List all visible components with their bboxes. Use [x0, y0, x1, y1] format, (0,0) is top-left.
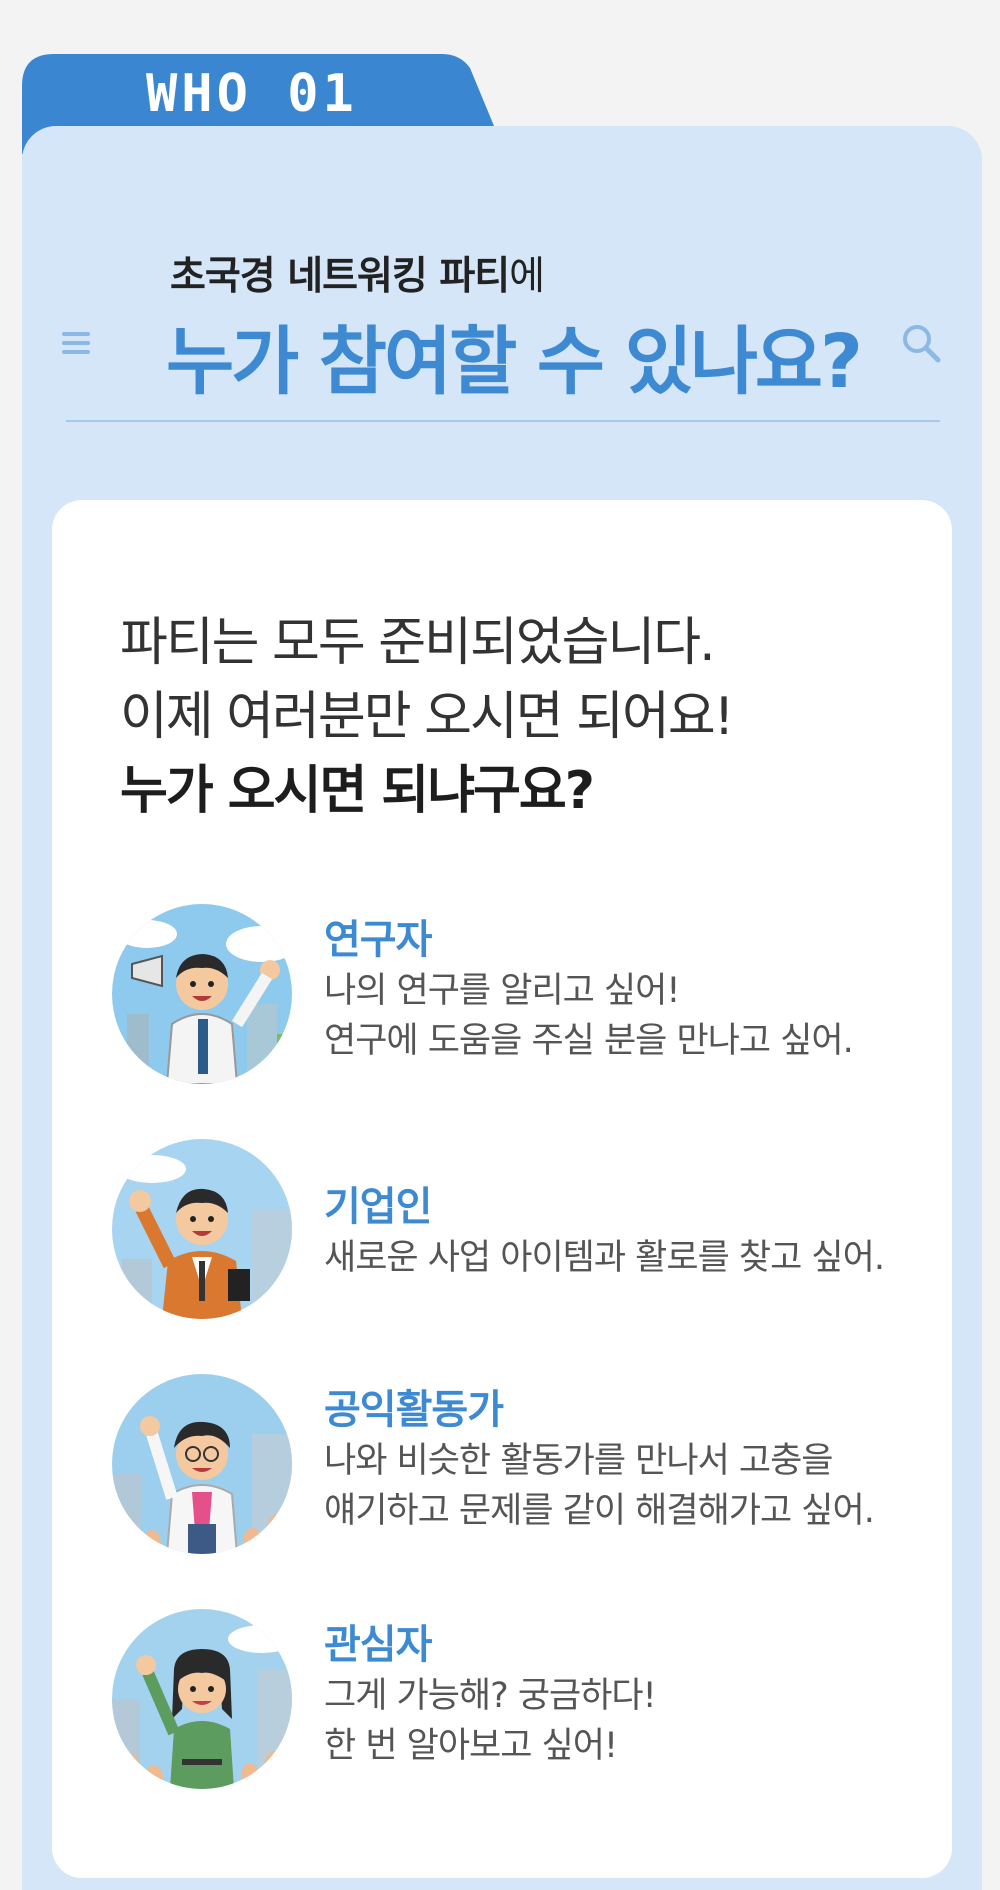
menu-icon[interactable] — [62, 332, 90, 358]
intro-line-1: 파티는 모두 준비되었습니다. — [120, 613, 716, 673]
role-desc-line-1: 나의 연구를 알리고 싶어! — [324, 971, 680, 1011]
business-avatar — [112, 1139, 292, 1319]
intro-line-2: 이제 여러분만 오시면 되어요! — [120, 687, 735, 747]
activist-avatar — [112, 1374, 292, 1554]
interested-avatar — [112, 1609, 292, 1789]
role-desc-line-1: 그게 가능해? 궁금하다! — [324, 1676, 657, 1716]
role-title: 연구자 — [324, 917, 432, 963]
researcher-avatar — [112, 904, 292, 1084]
search-icon[interactable] — [900, 322, 944, 366]
intro-line-3: 누가 오시면 되냐구요? — [120, 761, 595, 821]
role-desc-line-2: 얘기하고 문제를 같이 해결해가고 싶어. — [324, 1491, 875, 1531]
role-desc-line-1: 나와 비슷한 활동가를 만나서 고충을 — [324, 1441, 834, 1481]
role-desc-line-1: 새로운 사업 아이템과 활로를 찾고 싶어. — [324, 1238, 885, 1278]
role-desc-line-2: 연구에 도움을 주실 분을 만나고 싶어. — [324, 1021, 854, 1061]
tab-label: WHO 01 — [146, 64, 358, 124]
page-title: 누가 참여할 수 있나요? — [166, 319, 863, 405]
subtitle-bold: 초국경 네트워킹 파티 — [170, 254, 510, 299]
role-title: 관심자 — [324, 1622, 432, 1668]
subtitle-tail: 에 — [509, 254, 545, 299]
role-title: 공익활동가 — [324, 1387, 504, 1433]
role-desc-line-2: 한 번 알아보고 싶어! — [324, 1726, 618, 1766]
header-subtitle: 초국경 네트워킹 파티에 — [170, 245, 545, 301]
role-title: 기업인 — [324, 1184, 432, 1230]
intro-text: 파티는 모두 준비되었습니다. 이제 여러분만 오시면 되어요! 누가 오시면 … — [120, 606, 735, 828]
header-divider — [66, 420, 940, 422]
